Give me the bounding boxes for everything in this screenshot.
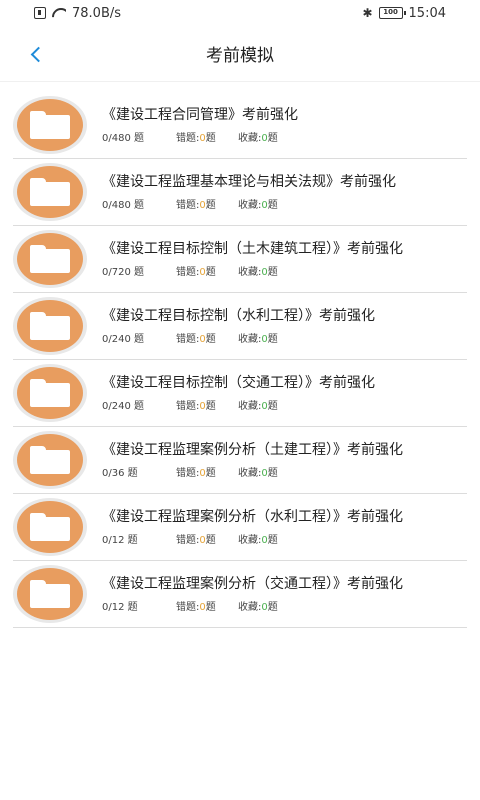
item-meta: 0/720 题 错题:0题 收藏:0题: [102, 263, 467, 278]
page-title: 考前模拟: [206, 46, 274, 66]
wrong-count: 错题:0题: [176, 333, 216, 345]
bluetooth-icon: ✱: [362, 6, 373, 20]
wrong-count: 错题:0题: [176, 199, 216, 211]
item-meta: 0/480 题 错题:0题 收藏:0题: [102, 129, 467, 144]
favorite-count: 收藏:0题: [238, 467, 278, 479]
item-text: 《建设工程监理基本理论与相关法规》考前强化 0/480 题 错题:0题 收藏:0…: [102, 174, 467, 211]
item-meta: 0/240 题 错题:0题 收藏:0题: [102, 397, 467, 412]
item-text: 《建设工程目标控制（土木建筑工程）》考前强化 0/720 题 错题:0题 收藏:…: [102, 241, 467, 278]
item-text: 《建设工程目标控制（交通工程）》考前强化 0/240 题 错题:0题 收藏:0题: [102, 375, 467, 412]
item-meta: 0/12 题 错题:0题 收藏:0题: [102, 531, 467, 546]
exam-list: 《建设工程合同管理》考前强化 0/480 题 错题:0题 收藏:0题 《建设工程…: [13, 92, 467, 628]
item-title: 《建设工程目标控制（交通工程）》考前强化: [102, 374, 375, 391]
question-count: 0/240 题: [102, 400, 145, 412]
item-text: 《建设工程监理案例分析（土建工程）》考前强化 0/36 题 错题:0题 收藏:0…: [102, 442, 467, 479]
network-speed: 78.0B/s: [72, 5, 122, 21]
wrong-count: 错题:0题: [176, 132, 216, 144]
wrong-count: 错题:0题: [176, 400, 216, 412]
back-button[interactable]: [22, 40, 50, 68]
folder-thumbnail: [13, 163, 87, 221]
favorite-count: 收藏:0题: [238, 601, 278, 613]
item-title: 《建设工程监理基本理论与相关法规》考前强化: [102, 173, 396, 190]
folder-thumbnail: [13, 431, 87, 489]
wrong-count: 错题:0题: [176, 266, 216, 278]
folder-thumbnail: [13, 565, 87, 623]
status-bar: 78.0B/s ✱ 100 15:04: [0, 0, 480, 26]
folder-icon: [30, 178, 70, 206]
item-meta: 0/240 题 错题:0题 收藏:0题: [102, 330, 467, 345]
list-item[interactable]: 《建设工程目标控制（土木建筑工程）》考前强化 0/720 题 错题:0题 收藏:…: [13, 226, 467, 293]
item-meta: 0/480 题 错题:0题 收藏:0题: [102, 196, 467, 211]
clock: 15:04: [408, 5, 446, 21]
status-right: ✱ 100 15:04: [362, 6, 446, 21]
nav-bar: 考前模拟: [0, 26, 480, 82]
question-count: 0/36 题: [102, 467, 138, 479]
wifi-icon: [52, 8, 66, 18]
battery-icon: 100: [378, 7, 406, 19]
item-title: 《建设工程合同管理》考前强化: [102, 106, 298, 123]
folder-icon: [30, 245, 70, 273]
favorite-count: 收藏:0题: [238, 400, 278, 412]
folder-icon: [30, 513, 70, 541]
list-item[interactable]: 《建设工程目标控制（交通工程）》考前强化 0/240 题 错题:0题 收藏:0题: [13, 360, 467, 427]
item-title: 《建设工程监理案例分析（交通工程）》考前强化: [102, 575, 403, 592]
question-count: 0/12 题: [102, 601, 138, 613]
question-count: 0/12 题: [102, 534, 138, 546]
item-title: 《建设工程目标控制（土木建筑工程）》考前强化: [102, 240, 403, 257]
list-item[interactable]: 《建设工程合同管理》考前强化 0/480 题 错题:0题 收藏:0题: [13, 92, 467, 159]
question-count: 0/480 题: [102, 132, 145, 144]
chevron-left-icon: [30, 46, 46, 62]
question-count: 0/480 题: [102, 199, 145, 211]
folder-thumbnail: [13, 96, 87, 154]
item-text: 《建设工程监理案例分析（水利工程）》考前强化 0/12 题 错题:0题 收藏:0…: [102, 509, 467, 546]
wrong-count: 错题:0题: [176, 601, 216, 613]
list-item[interactable]: 《建设工程目标控制（水利工程）》考前强化 0/240 题 错题:0题 收藏:0题: [13, 293, 467, 360]
item-text: 《建设工程合同管理》考前强化 0/480 题 错题:0题 收藏:0题: [102, 107, 467, 144]
favorite-count: 收藏:0题: [238, 534, 278, 546]
favorite-count: 收藏:0题: [238, 266, 278, 278]
list-item[interactable]: 《建设工程监理案例分析（水利工程）》考前强化 0/12 题 错题:0题 收藏:0…: [13, 494, 467, 561]
folder-icon: [30, 312, 70, 340]
list-item[interactable]: 《建设工程监理案例分析（土建工程）》考前强化 0/36 题 错题:0题 收藏:0…: [13, 427, 467, 494]
item-text: 《建设工程目标控制（水利工程）》考前强化 0/240 题 错题:0题 收藏:0题: [102, 308, 467, 345]
sim-card-icon: [34, 7, 46, 19]
wrong-count: 错题:0题: [176, 534, 216, 546]
wrong-count: 错题:0题: [176, 467, 216, 479]
question-count: 0/240 题: [102, 333, 145, 345]
folder-icon: [30, 580, 70, 608]
item-meta: 0/36 题 错题:0题 收藏:0题: [102, 464, 467, 479]
favorite-count: 收藏:0题: [238, 132, 278, 144]
item-title: 《建设工程监理案例分析（水利工程）》考前强化: [102, 508, 403, 525]
list-item[interactable]: 《建设工程监理案例分析（交通工程）》考前强化 0/12 题 错题:0题 收藏:0…: [13, 561, 467, 628]
item-title: 《建设工程监理案例分析（土建工程）》考前强化: [102, 441, 403, 458]
list-item[interactable]: 《建设工程监理基本理论与相关法规》考前强化 0/480 题 错题:0题 收藏:0…: [13, 159, 467, 226]
item-title: 《建设工程目标控制（水利工程）》考前强化: [102, 307, 375, 324]
item-text: 《建设工程监理案例分析（交通工程）》考前强化 0/12 题 错题:0题 收藏:0…: [102, 576, 467, 613]
folder-thumbnail: [13, 297, 87, 355]
question-count: 0/720 题: [102, 266, 145, 278]
item-meta: 0/12 题 错题:0题 收藏:0题: [102, 598, 467, 613]
favorite-count: 收藏:0题: [238, 333, 278, 345]
folder-icon: [30, 379, 70, 407]
folder-thumbnail: [13, 498, 87, 556]
folder-icon: [30, 111, 70, 139]
favorite-count: 收藏:0题: [238, 199, 278, 211]
folder-thumbnail: [13, 364, 87, 422]
status-left: 78.0B/s: [34, 6, 121, 21]
folder-icon: [30, 446, 70, 474]
folder-thumbnail: [13, 230, 87, 288]
